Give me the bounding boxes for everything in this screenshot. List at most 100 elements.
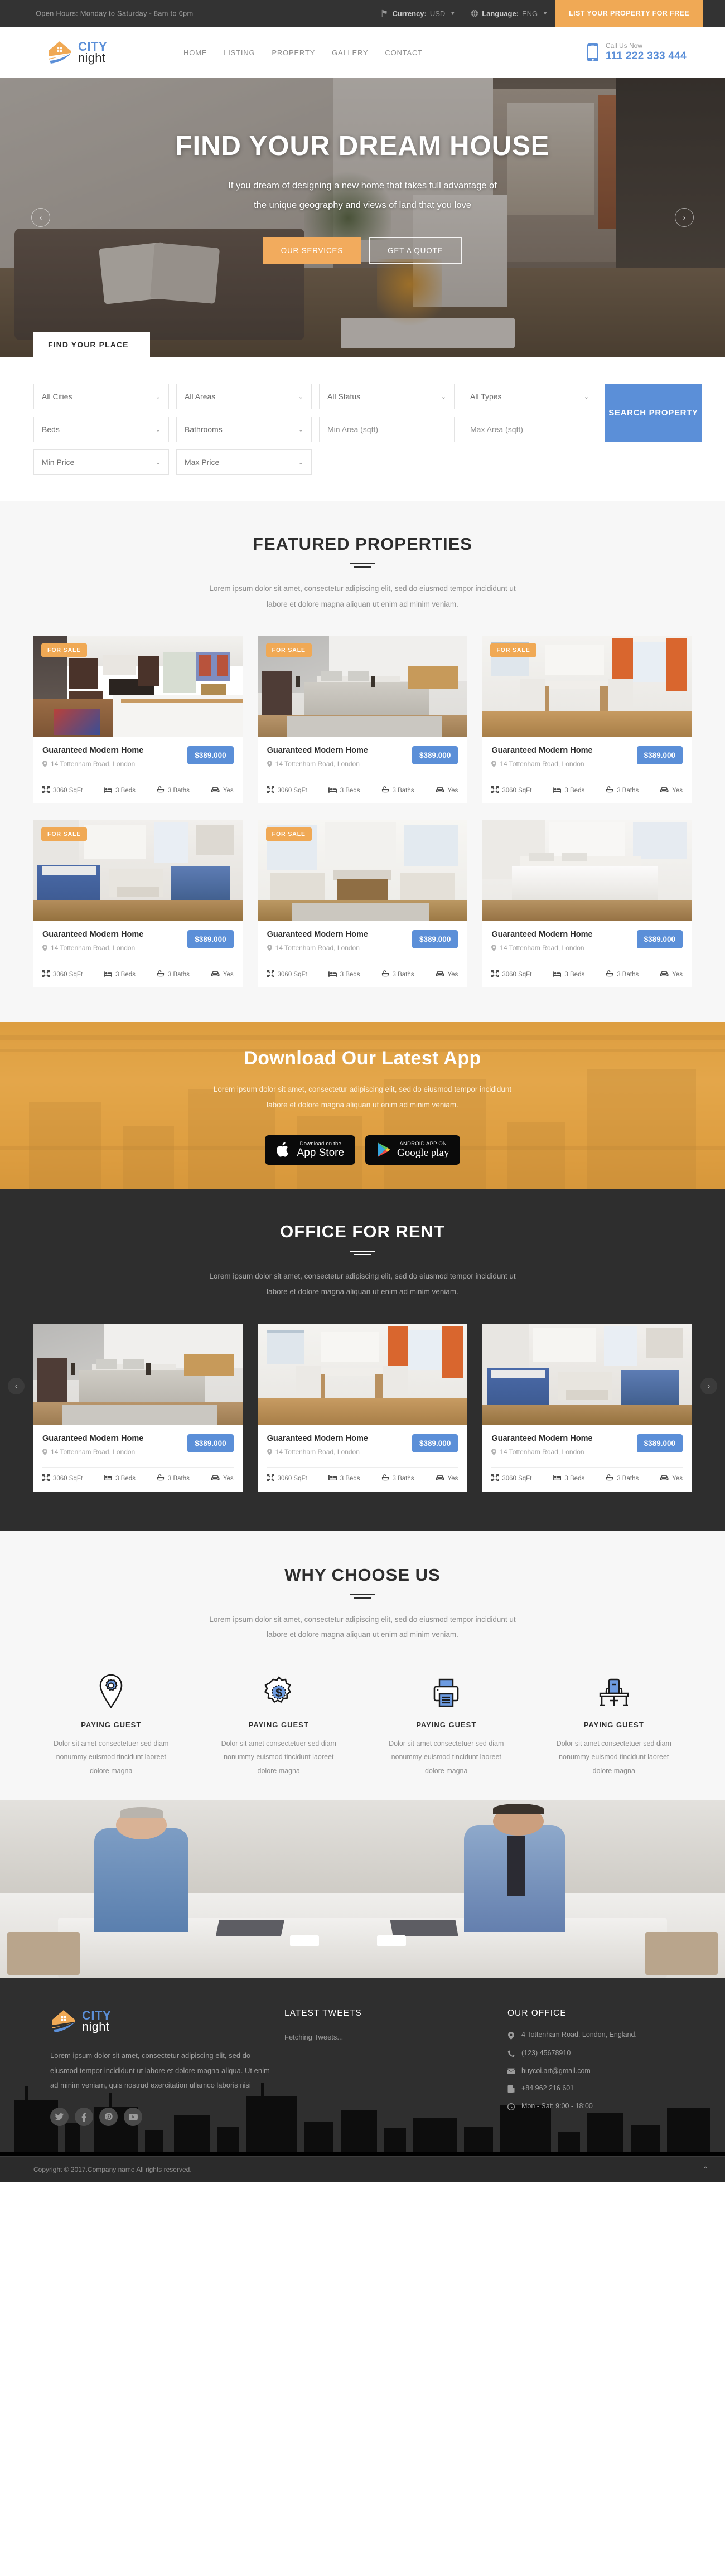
office-desk-icon — [536, 1669, 692, 1708]
property-area-text: 3060 SqFt — [277, 1475, 307, 1482]
property-baths-text: 3 Baths — [617, 787, 639, 795]
property-baths: 3 Baths — [381, 1474, 414, 1483]
app-store-button[interactable]: Download on the App Store — [264, 1135, 356, 1165]
property-card[interactable]: FOR SALE Guaranteed Modern Home 14 Tottenh… — [33, 820, 243, 988]
property-card[interactable]: FOR SALE Guaranteed Modern Home 14 Tottenh… — [33, 636, 243, 804]
property-card-media[interactable]: FOR SALE — [33, 820, 243, 921]
all-areas-select[interactable]: All Areas ⌄ — [176, 384, 312, 409]
office-for-rent-section: ‹ › OFFICE FOR RENT Lorem ipsum dolor si… — [0, 1189, 725, 1531]
property-garage-text: Yes — [447, 971, 458, 979]
site-logo[interactable]: CITY night — [20, 40, 170, 65]
property-beds-text: 3 Beds — [564, 1475, 585, 1482]
property-card-media[interactable] — [33, 1324, 243, 1425]
footer-logo[interactable]: CITY night — [50, 2008, 201, 2034]
find-your-place-tab[interactable]: FIND YOUR PLACE — [33, 332, 150, 357]
beds-select[interactable]: Beds ⌄ — [33, 417, 169, 442]
why-features-grid: PAYING GUEST Dolor sit amet consectetuer… — [33, 1669, 692, 1778]
property-garage: Yes — [436, 1475, 458, 1483]
property-address-text: 14 Tottenham Road, London — [275, 760, 360, 768]
all-cities-value: All Cities — [42, 392, 72, 401]
heading-divider — [350, 1594, 375, 1599]
property-card[interactable]: FOR SALE Guaranteed Modern Home 14 Tottenh… — [482, 636, 692, 804]
all-cities-select[interactable]: All Cities ⌄ — [33, 384, 169, 409]
mobile-phone-icon — [587, 43, 598, 61]
google-play-button[interactable]: ANDROID APP ON Google play — [365, 1135, 461, 1165]
property-card-media[interactable]: FOR SALE — [482, 636, 692, 737]
currency-label: Currency: — [392, 9, 427, 18]
nav-item-property[interactable]: PROPERTY — [272, 49, 315, 57]
all-status-value: All Status — [327, 392, 361, 401]
bathtub-icon — [606, 1474, 613, 1483]
max-area-input[interactable]: Max Area (sqft) — [462, 417, 597, 442]
get-a-quote-button[interactable]: GET A QUOTE — [369, 237, 462, 265]
max-price-value: Max Price — [185, 458, 220, 467]
property-area-text: 3060 SqFt — [502, 1475, 532, 1482]
nav-item-home[interactable]: HOME — [183, 49, 207, 57]
property-card[interactable]: Guaranteed Modern Home 14 Tottenham Road,… — [482, 820, 692, 988]
our-services-button[interactable]: OUR SERVICES — [263, 237, 361, 265]
property-card[interactable]: Guaranteed Modern Home 14 Tottenham Road,… — [482, 1324, 692, 1492]
property-beds: 3 Beds — [328, 971, 360, 979]
property-status-badge: FOR SALE — [490, 643, 536, 657]
copyright-text: Copyright © 2017.Company name All rights… — [33, 2165, 192, 2173]
property-card-media[interactable] — [258, 1324, 467, 1425]
bathrooms-select[interactable]: Bathrooms ⌄ — [176, 417, 312, 442]
property-search-section: FIND YOUR PLACE All Cities ⌄ All Areas ⌄ A… — [0, 332, 725, 501]
why-feature-title: PAYING GUEST — [81, 1721, 142, 1730]
property-address: 14 Tottenham Road, London — [267, 944, 368, 952]
property-card[interactable]: Guaranteed Modern Home 14 Tottenham Road,… — [258, 1324, 467, 1492]
max-price-select[interactable]: Max Price ⌄ — [176, 449, 312, 475]
call-us-block[interactable]: Call Us Now 111 222 333 444 — [570, 39, 687, 66]
office-desc-line-2: labore et dolore magna aliquan ut enim a… — [267, 1287, 458, 1296]
twitter-icon[interactable] — [50, 2108, 69, 2127]
hero-subtitle-line-2: the unique geography and views of land t… — [254, 200, 471, 210]
all-areas-value: All Areas — [185, 392, 216, 401]
property-card-media[interactable]: FOR SALE — [258, 820, 467, 921]
nav-item-gallery[interactable]: GALLERY — [332, 49, 368, 57]
office-next-button[interactable]: › — [700, 1378, 717, 1395]
youtube-icon[interactable] — [124, 2108, 142, 2127]
min-area-input[interactable]: Min Area (sqft) — [319, 417, 455, 442]
min-price-select[interactable]: Min Price ⌄ — [33, 449, 169, 475]
property-card-media[interactable] — [482, 1324, 692, 1425]
back-to-top-button[interactable]: ⌃ — [699, 2163, 712, 2176]
all-status-select[interactable]: All Status ⌄ — [319, 384, 455, 409]
property-card-media[interactable]: FOR SALE — [33, 636, 243, 737]
property-card-media[interactable]: FOR SALE — [258, 636, 467, 737]
language-selector[interactable]: Language: ENG ▼ — [463, 0, 555, 27]
property-address-text: 14 Tottenham Road, London — [275, 944, 360, 952]
flag-icon — [382, 9, 387, 17]
bed-icon — [104, 787, 113, 795]
property-address: 14 Tottenham Road, London — [42, 1448, 143, 1456]
property-card[interactable]: FOR SALE Guaranteed Modern Home 14 Tottenh… — [258, 820, 467, 988]
facebook-icon[interactable] — [75, 2108, 93, 2127]
property-photo — [33, 1324, 243, 1425]
property-garage-text: Yes — [223, 1475, 234, 1482]
currency-selector[interactable]: Currency: USD ▼ — [373, 0, 463, 27]
property-address-text: 14 Tottenham Road, London — [51, 760, 136, 768]
property-photo — [482, 1324, 692, 1425]
office-email-item: huycoi.art@gmail.com — [508, 2067, 725, 2075]
property-card[interactable]: Guaranteed Modern Home 14 Tottenham Road,… — [33, 1324, 243, 1492]
nav-item-contact[interactable]: CONTACT — [385, 49, 422, 57]
property-area-text: 3060 SqFt — [53, 971, 83, 979]
property-status-badge: FOR SALE — [41, 827, 88, 841]
property-features: 3060 SqFt 3 Beds 3 Baths Yes — [491, 963, 683, 987]
bathtub-icon — [381, 1474, 389, 1483]
list-property-button[interactable]: LIST YOUR PROPERTY FOR FREE — [555, 0, 703, 27]
office-heading-group: OFFICE FOR RENT Lorem ipsum dolor sit am… — [0, 1222, 725, 1299]
property-card-media[interactable] — [482, 820, 692, 921]
property-card[interactable]: FOR SALE Guaranteed Modern Home 14 Tottenh… — [258, 636, 467, 804]
search-property-button[interactable]: SEARCH PROPERTY — [605, 384, 702, 442]
footer-office-column: OUR OFFICE 4 Tottenham Road, London, Eng… — [508, 2008, 725, 2126]
property-address-text: 14 Tottenham Road, London — [275, 1447, 360, 1456]
property-beds-text: 3 Beds — [340, 1475, 360, 1482]
property-garage: Yes — [211, 1475, 234, 1483]
area-icon — [491, 786, 499, 795]
pinterest-icon[interactable] — [99, 2108, 118, 2127]
nav-item-listing[interactable]: LISTING — [224, 49, 255, 57]
all-types-select[interactable]: All Types ⌄ — [462, 384, 597, 409]
office-prev-button[interactable]: ‹ — [8, 1378, 25, 1395]
area-icon — [267, 970, 274, 979]
property-status-badge: FOR SALE — [265, 643, 312, 657]
